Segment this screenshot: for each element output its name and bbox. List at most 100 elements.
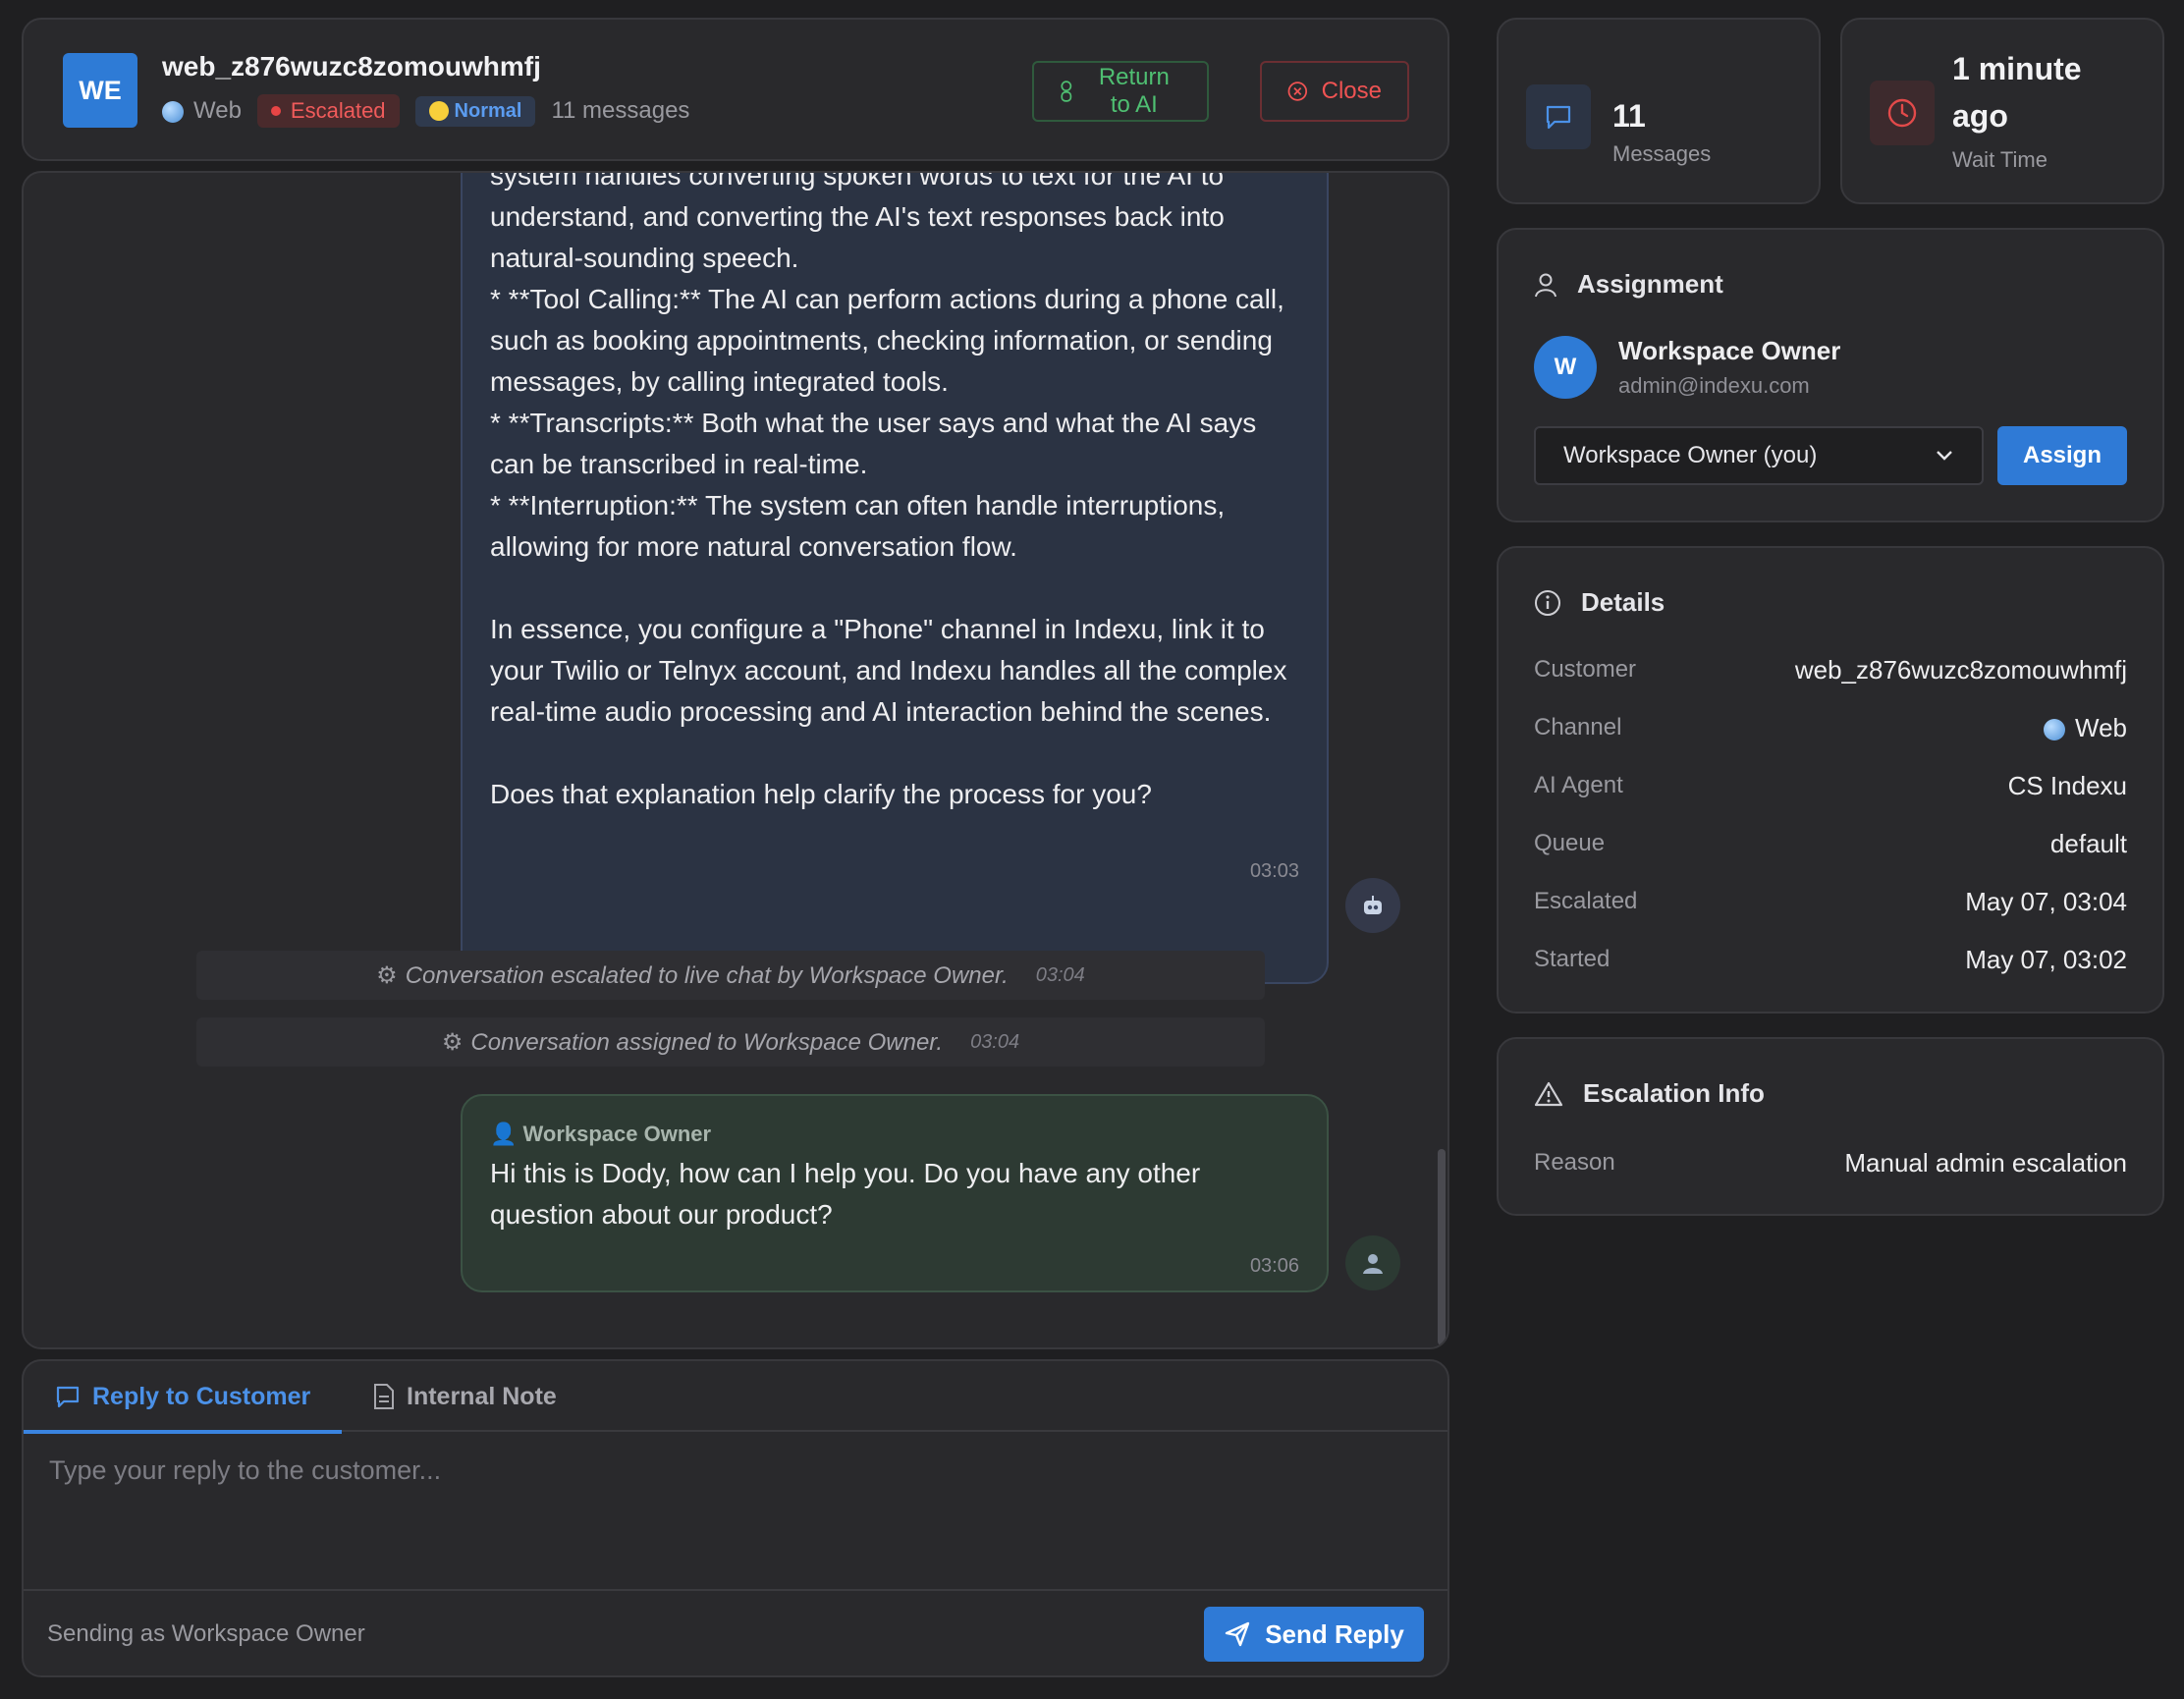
- clock-icon: [1887, 98, 1917, 128]
- tab-reply-label: Reply to Customer: [92, 1382, 311, 1410]
- status-badge: Escalated: [256, 94, 400, 128]
- agent-message-sender: 👤 Workspace Owner: [490, 1114, 711, 1155]
- send-reply-label: Send Reply: [1265, 1618, 1404, 1649]
- bot-icon: [1061, 81, 1072, 102]
- escalation-title: Escalation Info: [1534, 1078, 1765, 1109]
- detail-row-escalated: Escalated May 07, 03:04: [1534, 882, 2127, 921]
- wait-stat-value: 1 minute ago: [1952, 51, 2082, 134]
- composer-footer: Sending as Workspace Owner Send Reply: [24, 1589, 1447, 1675]
- chat-bubble-icon: [1546, 105, 1571, 130]
- escalation-reason-row: Reason Manual admin escalation: [1534, 1143, 2127, 1182]
- warning-icon: [1534, 1081, 1563, 1106]
- wait-stat-label: Wait Time: [1952, 147, 2048, 172]
- chat-scrollbar[interactable]: [1438, 1149, 1446, 1345]
- detail-key: AI Agent: [1534, 772, 1623, 798]
- return-to-ai-label: Return to AI: [1098, 64, 1170, 118]
- assignee-select[interactable]: Workspace Owner (you): [1534, 426, 1984, 485]
- messages-stat-value: 11: [1612, 98, 1646, 134]
- assignee-select-value: Workspace Owner (you): [1563, 442, 1818, 468]
- detail-value: May 07, 03:02: [1965, 944, 2127, 974]
- tab-reply-to-customer[interactable]: Reply to Customer: [24, 1361, 343, 1434]
- ai-message-text: system handles converting spoken words t…: [490, 171, 1287, 809]
- detail-row-channel: Channel Web: [1534, 708, 2127, 747]
- priority-dot-icon: [428, 101, 449, 121]
- channel-label: Web: [193, 97, 242, 124]
- ai-message-bubble: system handles converting spoken words t…: [461, 171, 1329, 984]
- reply-input[interactable]: [26, 1434, 1446, 1591]
- escalation-title-label: Escalation Info: [1583, 1078, 1765, 1108]
- assignee-avatar: W: [1534, 336, 1597, 399]
- gear-icon: ⚙: [441, 1028, 464, 1056]
- agent-message-text: Hi this is Dody, how can I help you. Do …: [490, 1158, 1201, 1230]
- close-circle-icon: [1287, 82, 1308, 101]
- agent-message-bubble: 👤 Workspace Owner Hi this is Dody, how c…: [461, 1094, 1329, 1292]
- user-icon: [1535, 273, 1556, 297]
- tab-internal-note[interactable]: Internal Note: [373, 1361, 557, 1432]
- reply-composer: Reply to Customer Internal Note Sending …: [22, 1359, 1449, 1677]
- messages-stat-label: Messages: [1612, 141, 1712, 166]
- details-title: Details: [1534, 587, 1665, 618]
- send-reply-button[interactable]: Send Reply: [1204, 1607, 1424, 1662]
- priority-badge: Normal: [414, 95, 536, 127]
- detail-value: web_z876wuzc8zomouwhmfj: [1794, 654, 2127, 685]
- detail-row-ai-agent: AI Agent CS Indexu: [1534, 766, 2127, 805]
- escalation-reason-key: Reason: [1534, 1149, 1615, 1176]
- close-label: Close: [1321, 78, 1382, 104]
- system-event-text: ⚙ Conversation escalated to live chat by …: [376, 961, 1009, 990]
- assignee-email: admin@indexu.com: [1618, 373, 1810, 398]
- channel-indicator: Web: [162, 97, 242, 125]
- tab-note-label: Internal Note: [407, 1382, 557, 1410]
- detail-key: Customer: [1534, 656, 1637, 683]
- system-event-time: 03:04: [970, 1030, 1020, 1053]
- detail-value: CS Indexu: [2007, 770, 2127, 800]
- wait-time-stat-card: 1 minute ago Wait Time: [1840, 18, 2164, 204]
- sending-as-label: Sending as Workspace Owner: [47, 1620, 365, 1647]
- assignee-name: Workspace Owner: [1618, 336, 1841, 365]
- ai-message-time: 03:03: [1249, 860, 1299, 882]
- detail-key: Queue: [1534, 830, 1606, 856]
- person-icon: 👤: [490, 1122, 518, 1146]
- details-card: Details Customer web_z876wuzc8zomouwhmfj…: [1497, 546, 2164, 1014]
- message-count: 11 messages: [551, 97, 690, 124]
- chat-thread[interactable]: system handles converting spoken words t…: [22, 171, 1449, 1349]
- system-event-time: 03:04: [1035, 963, 1085, 986]
- composer-tabs: Reply to Customer Internal Note: [24, 1361, 1447, 1434]
- document-icon: [374, 1384, 394, 1409]
- detail-row-queue: Queue default: [1534, 824, 2127, 863]
- chat-bubble-icon: [56, 1386, 80, 1408]
- header-meta: Web Escalated Normal 11 messages: [162, 94, 689, 128]
- customer-avatar: WE: [63, 53, 137, 128]
- detail-value: May 07, 03:04: [1965, 886, 2127, 916]
- messages-stat-icon-box: [1526, 84, 1591, 149]
- detail-row-started: Started May 07, 03:02: [1534, 940, 2127, 979]
- user-icon: [1363, 1254, 1383, 1274]
- agent-message-time: 03:06: [1249, 1255, 1299, 1277]
- detail-key: Channel: [1534, 714, 1622, 740]
- globe-icon: [162, 100, 184, 123]
- details-title-label: Details: [1581, 587, 1665, 617]
- globe-icon: [2044, 718, 2065, 740]
- info-icon: [1535, 589, 1560, 616]
- agent-avatar: [1345, 1235, 1400, 1290]
- customer-id-title: web_z876wuzc8zomouwhmfj: [162, 51, 541, 82]
- close-button[interactable]: Close: [1260, 61, 1409, 122]
- system-event-label: Conversation escalated to live chat by W…: [405, 961, 1009, 989]
- chevron-down-icon: [1937, 451, 1952, 461]
- return-to-ai-button[interactable]: Return to AI: [1032, 61, 1209, 122]
- detail-key: Started: [1534, 946, 1611, 972]
- assignment-title-label: Assignment: [1577, 269, 1723, 299]
- escalation-info-card: Escalation Info Reason Manual admin esca…: [1497, 1037, 2164, 1216]
- assign-button[interactable]: Assign: [1997, 426, 2127, 485]
- detail-key: Escalated: [1534, 888, 1638, 914]
- assignment-card: Assignment W Workspace Owner admin@index…: [1497, 228, 2164, 522]
- bot-avatar: [1345, 878, 1400, 933]
- system-event-text: ⚙ Conversation assigned to Workspace Owne…: [442, 1028, 943, 1057]
- detail-row-customer: Customer web_z876wuzc8zomouwhmfj: [1534, 650, 2127, 689]
- agent-sender-name: Workspace Owner: [522, 1122, 712, 1146]
- gear-icon: ⚙: [376, 961, 398, 989]
- messages-stat-card: 11 Messages: [1497, 18, 1821, 204]
- detail-value-wrap: Web: [2044, 713, 2127, 743]
- detail-value: Web: [2075, 712, 2127, 742]
- system-event: ⚙ Conversation escalated to live chat by …: [196, 951, 1265, 1000]
- wait-stat-icon-box: [1870, 81, 1935, 145]
